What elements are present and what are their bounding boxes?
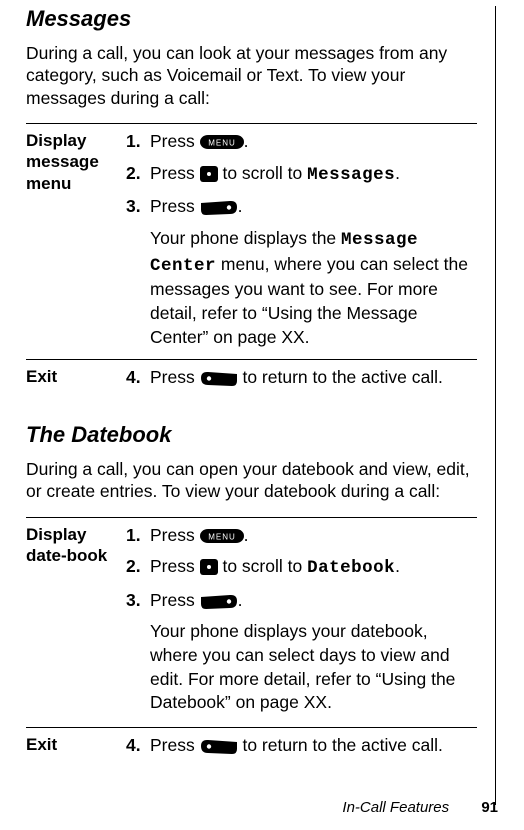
footer-page-number: 91 bbox=[481, 799, 498, 816]
row-label: Exit bbox=[26, 360, 126, 404]
footer-chapter: In-Call Features bbox=[342, 799, 449, 816]
step-text: Press MENU. bbox=[150, 524, 477, 548]
page-footer: In-Call Features 91 bbox=[342, 799, 498, 816]
step-num: 4. bbox=[126, 366, 150, 390]
step-text: Press to scroll to Messages. bbox=[150, 162, 477, 188]
row-content: 4. Press to return to the active call. bbox=[126, 360, 477, 404]
step-num: 1. bbox=[126, 524, 150, 548]
page-content: Messages During a call, you can look at … bbox=[26, 6, 496, 805]
table-messages: Display message menu 1. Press MENU. 2. P… bbox=[26, 123, 477, 404]
step-text: Press . bbox=[150, 589, 477, 613]
step-num: 2. bbox=[126, 555, 150, 581]
step-text: Press to return to the active call. bbox=[150, 366, 477, 390]
row-content: 1. Press MENU. 2. Press to scroll to Mes… bbox=[126, 124, 477, 360]
step-num: 4. bbox=[126, 734, 150, 758]
menu-icon: MENU bbox=[200, 133, 244, 151]
heading-messages: Messages bbox=[26, 6, 477, 32]
svg-text:MENU: MENU bbox=[208, 139, 236, 148]
step-text: Press . bbox=[150, 195, 477, 219]
step-num: 3. bbox=[126, 195, 150, 219]
step-note: Your phone displays your datebook, where… bbox=[150, 620, 477, 717]
step-num: 1. bbox=[126, 130, 150, 154]
intro-datebook: During a call, you can open your dateboo… bbox=[26, 458, 477, 503]
heading-datebook: The Datebook bbox=[26, 422, 477, 448]
row-label: Exit bbox=[26, 727, 126, 771]
row-label: Display message menu bbox=[26, 124, 126, 360]
step-num: 2. bbox=[126, 162, 150, 188]
nav-icon bbox=[200, 558, 218, 576]
softkey-icon bbox=[200, 200, 238, 216]
step-num: 3. bbox=[126, 589, 150, 613]
back-icon bbox=[200, 371, 238, 387]
softkey-icon bbox=[200, 594, 238, 610]
step-note: Your phone displays the Message Center m… bbox=[150, 227, 477, 349]
intro-messages: During a call, you can look at your mess… bbox=[26, 42, 477, 109]
menu-icon: MENU bbox=[200, 527, 244, 545]
svg-text:MENU: MENU bbox=[208, 532, 236, 541]
row-content: 4. Press to return to the active call. bbox=[126, 727, 477, 771]
row-content: 1. Press MENU. 2. Press to scroll to Dat… bbox=[126, 517, 477, 727]
row-label: Display date-book bbox=[26, 517, 126, 727]
back-icon bbox=[200, 739, 238, 755]
nav-icon bbox=[200, 165, 218, 183]
step-text: Press to scroll to Datebook. bbox=[150, 555, 477, 581]
table-datebook: Display date-book 1. Press MENU. 2. Pres… bbox=[26, 517, 477, 772]
step-text: Press MENU. bbox=[150, 130, 477, 154]
step-text: Press to return to the active call. bbox=[150, 734, 477, 758]
